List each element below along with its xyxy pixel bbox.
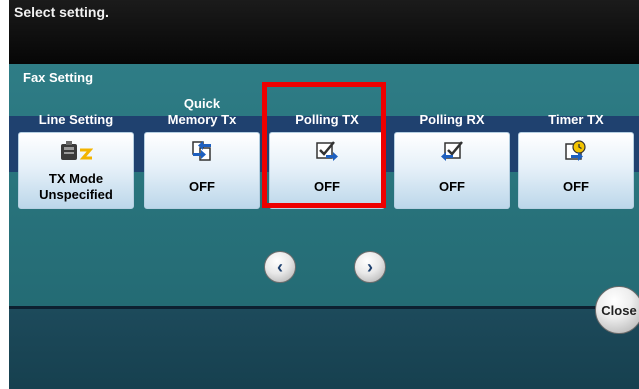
- close-button[interactable]: Close: [595, 286, 639, 334]
- line-setting-button[interactable]: TX Mode Unspecified: [18, 132, 134, 209]
- setting-value: TX Mode Unspecified: [39, 170, 113, 202]
- polling-tx-button[interactable]: OFF: [269, 132, 385, 209]
- setting-label: Polling RX: [419, 112, 485, 127]
- setting-value: OFF: [563, 178, 589, 194]
- setting-quick-memory-tx: Quick Memory Tx OFF: [144, 64, 260, 212]
- chevron-right-icon: ›: [367, 257, 373, 277]
- polling-rx-icon: [395, 140, 509, 162]
- timer-tx-button[interactable]: OFF: [518, 132, 634, 209]
- prompt-text: Select setting.: [14, 4, 109, 20]
- setting-value: OFF: [314, 178, 340, 194]
- prev-page-button[interactable]: ‹: [264, 251, 296, 283]
- bottom-area: [9, 309, 639, 389]
- polling-rx-button[interactable]: OFF: [394, 132, 510, 209]
- chevron-left-icon: ‹: [277, 257, 283, 277]
- next-page-button[interactable]: ›: [354, 251, 386, 283]
- setting-value: OFF: [189, 178, 215, 194]
- quick-memory-tx-button[interactable]: OFF: [144, 132, 260, 209]
- line-setting-icon: [19, 140, 133, 162]
- setting-value: OFF: [439, 178, 465, 194]
- setting-line-setting: Line Setting TX Mode Unspecified: [18, 64, 134, 212]
- setting-polling-tx: Polling TX OFF: [262, 64, 386, 212]
- setting-label: Polling TX: [295, 112, 359, 127]
- setting-polling-rx: Polling RX OFF: [394, 64, 510, 212]
- setting-label: Timer TX: [548, 112, 604, 127]
- settings-panel: Fax Setting Line Setting TX Mode Unspeci…: [9, 64, 639, 308]
- quick-memory-icon: [145, 140, 259, 162]
- setting-label: Quick Memory Tx: [167, 96, 237, 127]
- setting-timer-tx: Timer TX OFF: [518, 64, 634, 212]
- polling-tx-icon: [270, 140, 384, 162]
- message-bar: Select setting.: [9, 0, 639, 64]
- copier-screen: Select setting. Fax Setting Line Setting…: [9, 0, 639, 389]
- timer-tx-icon: [519, 140, 633, 162]
- setting-label: Line Setting: [38, 112, 114, 127]
